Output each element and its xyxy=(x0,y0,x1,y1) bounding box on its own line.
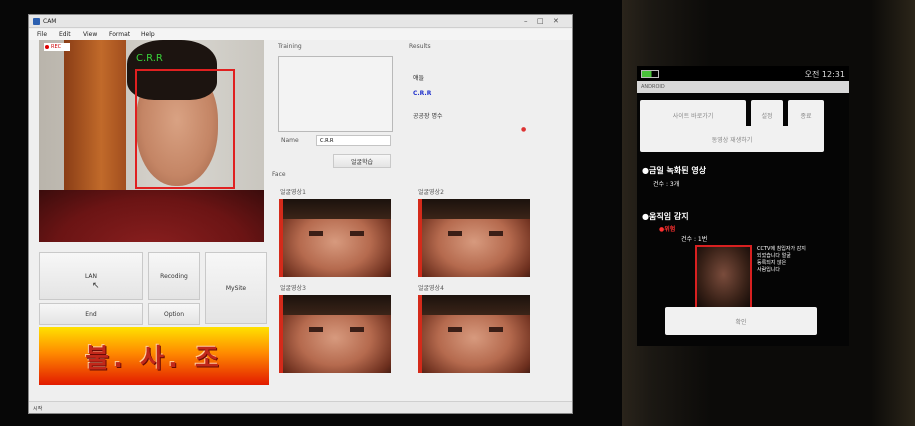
confirm-button[interactable]: 확인 xyxy=(665,307,817,335)
mouse-cursor-icon: ↖ xyxy=(92,281,100,291)
name-label: Name xyxy=(281,137,299,144)
close-icon[interactable]: ✕ xyxy=(553,17,559,25)
logo-banner: 불. 사. 조 xyxy=(39,327,269,385)
training-preview xyxy=(278,56,393,132)
screenshot: CAM – □ ✕ File Edit View Format Help C.R… xyxy=(0,0,915,426)
camera-feed: C.R.R REC xyxy=(39,40,264,242)
intruder-image xyxy=(695,245,752,310)
battery-icon xyxy=(641,70,659,78)
detected-name-label: C.R.R xyxy=(136,53,163,64)
face-tile-label-2: 얼굴영상2 xyxy=(418,189,444,196)
results-line-2: C.R.R xyxy=(413,90,432,97)
face-image-2 xyxy=(418,199,530,277)
results-line-3: 공공장 명수 xyxy=(413,113,443,120)
phone-status-bar: 오전 12:31 xyxy=(637,66,849,81)
face-image-1 xyxy=(279,199,391,277)
option-button[interactable]: Option xyxy=(148,303,200,325)
banner-text: 불. 사. 조 xyxy=(85,343,223,374)
training-label: Training xyxy=(278,43,302,50)
maximize-icon[interactable]: □ xyxy=(537,17,544,25)
face-detection-box xyxy=(135,69,235,189)
end-button[interactable]: End xyxy=(39,303,143,325)
phone-photo: 오전 12:31 ANDROID 사이트 바로가기 설정 종료 동영상 재생하기… xyxy=(622,0,915,426)
app-window: CAM – □ ✕ File Edit View Format Help C.R… xyxy=(28,14,573,414)
results-label: Results xyxy=(409,43,431,50)
menu-file[interactable]: File xyxy=(37,31,47,38)
recording-button[interactable]: Recoding xyxy=(148,252,200,300)
play-video-button[interactable]: 동영상 재생하기 xyxy=(640,126,824,152)
menu-view[interactable]: View xyxy=(83,31,97,38)
person-shirt xyxy=(39,190,264,242)
phone-screen: 오전 12:31 ANDROID 사이트 바로가기 설정 종료 동영상 재생하기… xyxy=(637,66,849,346)
phone-app-title: ANDROID xyxy=(637,81,849,93)
detected-note: CCTV에 침입자가 감지 되었습니다 얼굴 등록되지 않은 사람입니다 xyxy=(757,246,806,273)
menu-bar: File Edit View Format Help xyxy=(29,29,572,40)
mysite-button[interactable]: MySite xyxy=(205,252,267,324)
danger-label: ●위험 xyxy=(659,226,676,233)
face-image-4 xyxy=(418,295,530,373)
menu-help[interactable]: Help xyxy=(141,31,155,38)
name-input[interactable]: C.R.R xyxy=(316,135,391,146)
menu-edit[interactable]: Edit xyxy=(59,31,71,38)
app-icon xyxy=(33,18,40,25)
door-background xyxy=(64,40,126,205)
lan-button[interactable]: LAN ↖ xyxy=(39,252,143,300)
window-title: CAM xyxy=(43,18,57,25)
face-label: Face xyxy=(272,171,286,178)
detected-heading: ●움직임 감지 xyxy=(642,212,689,221)
minimize-icon[interactable]: – xyxy=(524,17,528,25)
menu-format[interactable]: Format xyxy=(109,31,130,38)
detected-count: 건수 : 1번 xyxy=(681,236,708,243)
results-line-1: 얘들 xyxy=(413,75,425,82)
register-face-button[interactable]: 얼굴학습 xyxy=(333,154,391,168)
status-bar: 시작 xyxy=(29,401,572,413)
face-tile-label-3: 얼굴영상3 xyxy=(280,285,306,292)
face-image-3 xyxy=(279,295,391,373)
rec-indicator: REC xyxy=(44,43,70,51)
face-tile-label-4: 얼굴영상4 xyxy=(418,285,444,292)
status-text: 시작 xyxy=(33,406,43,412)
title-bar: CAM – □ ✕ xyxy=(29,15,572,28)
recorded-count: 건수 : 3개 xyxy=(653,181,680,188)
results-marker-icon: ● xyxy=(521,126,527,133)
recorded-heading: ●금일 녹화된 영상 xyxy=(642,166,707,175)
clock: 오전 12:31 xyxy=(804,70,845,79)
face-tile-label-1: 얼굴영상1 xyxy=(280,189,306,196)
